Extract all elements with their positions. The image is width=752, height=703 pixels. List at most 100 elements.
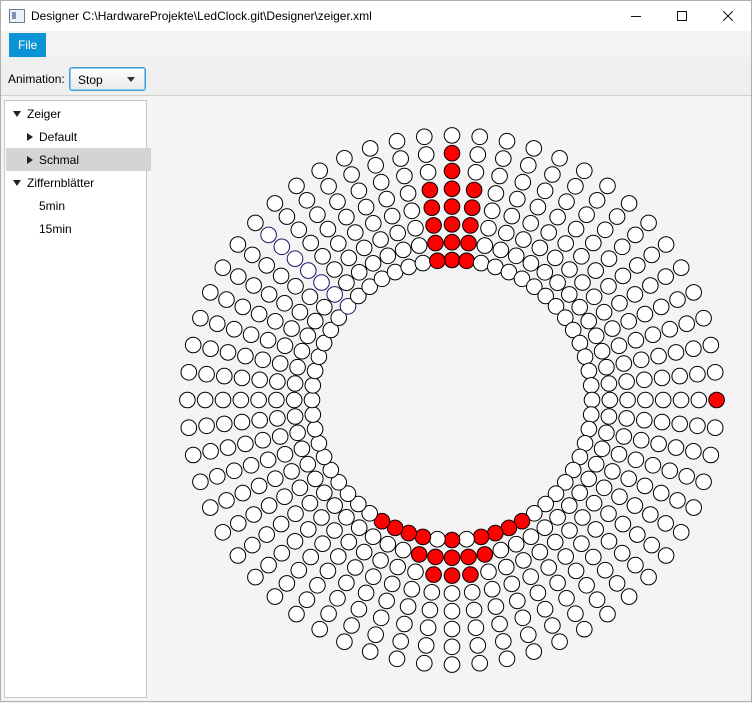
led[interactable] [196, 391, 214, 409]
led[interactable] [643, 536, 661, 554]
led[interactable] [509, 592, 526, 610]
led[interactable] [259, 331, 277, 349]
led[interactable] [620, 195, 638, 212]
led[interactable] [250, 305, 268, 323]
led-lit[interactable] [443, 567, 461, 584]
led[interactable] [367, 626, 384, 644]
led[interactable] [669, 291, 686, 308]
led[interactable] [289, 358, 306, 376]
led[interactable] [608, 208, 626, 225]
led[interactable] [650, 435, 667, 453]
led-lit[interactable] [414, 528, 432, 546]
led[interactable] [671, 367, 689, 385]
led[interactable] [469, 146, 487, 163]
led[interactable] [276, 488, 293, 506]
led[interactable] [529, 198, 547, 216]
led[interactable] [311, 162, 328, 180]
led[interactable] [276, 446, 294, 463]
led[interactable] [615, 355, 633, 372]
led-lit[interactable] [443, 162, 461, 180]
led[interactable] [219, 439, 237, 456]
led[interactable] [585, 548, 602, 566]
led[interactable] [498, 650, 516, 668]
led[interactable] [343, 617, 360, 634]
led[interactable] [600, 250, 618, 267]
led[interactable] [540, 559, 558, 576]
led[interactable] [214, 259, 232, 276]
led[interactable] [383, 575, 401, 593]
led[interactable] [525, 643, 543, 660]
led[interactable] [588, 192, 606, 209]
led[interactable] [313, 274, 330, 291]
led-lit[interactable] [427, 548, 444, 566]
led[interactable] [515, 231, 532, 248]
led[interactable] [302, 548, 319, 566]
led[interactable] [338, 208, 355, 226]
led[interactable] [492, 541, 510, 559]
led[interactable] [329, 193, 346, 210]
led[interactable] [278, 208, 296, 225]
led[interactable] [561, 497, 578, 514]
led[interactable] [578, 577, 595, 594]
led[interactable] [298, 192, 316, 209]
minimize-icon[interactable] [613, 1, 659, 31]
led[interactable] [233, 369, 251, 387]
led[interactable] [267, 470, 284, 488]
led[interactable] [214, 391, 232, 409]
led[interactable] [254, 431, 272, 449]
led[interactable] [319, 562, 337, 580]
led[interactable] [614, 267, 632, 285]
led[interactable] [378, 190, 395, 208]
led[interactable] [414, 254, 432, 272]
led[interactable] [250, 477, 268, 495]
led[interactable] [372, 609, 390, 627]
led[interactable] [291, 303, 309, 321]
led[interactable] [706, 364, 724, 381]
led[interactable] [522, 255, 540, 272]
led[interactable] [571, 484, 589, 502]
led[interactable] [338, 274, 355, 291]
led[interactable] [672, 259, 690, 276]
led[interactable] [480, 563, 497, 581]
led[interactable] [269, 410, 286, 427]
led[interactable] [667, 344, 685, 361]
led[interactable] [593, 342, 611, 360]
led[interactable] [378, 592, 395, 610]
led-lit[interactable] [443, 144, 461, 162]
led-lit[interactable] [443, 198, 461, 215]
led[interactable] [561, 261, 578, 278]
led[interactable] [492, 241, 510, 259]
led-lit[interactable] [460, 234, 477, 252]
led[interactable] [636, 477, 654, 495]
led[interactable] [483, 202, 501, 220]
led[interactable] [465, 601, 483, 619]
led[interactable] [587, 521, 605, 538]
led[interactable] [671, 415, 689, 433]
led[interactable] [287, 278, 304, 295]
led[interactable] [271, 428, 289, 445]
led[interactable] [536, 519, 554, 537]
led[interactable] [316, 484, 333, 502]
led-lit[interactable] [472, 528, 490, 546]
led[interactable] [443, 602, 461, 620]
led-lit[interactable] [443, 180, 461, 198]
led[interactable] [244, 536, 261, 554]
led[interactable] [276, 337, 294, 354]
led[interactable] [567, 605, 584, 623]
led[interactable] [290, 561, 308, 579]
led[interactable] [394, 241, 412, 259]
led[interactable] [311, 620, 328, 638]
led[interactable] [549, 274, 566, 291]
led[interactable] [355, 543, 373, 561]
led[interactable] [364, 528, 382, 546]
led[interactable] [389, 558, 406, 576]
led[interactable] [657, 547, 675, 564]
led[interactable] [394, 541, 412, 559]
led[interactable] [558, 193, 575, 210]
led[interactable] [216, 415, 233, 433]
led[interactable] [419, 619, 437, 637]
led[interactable] [544, 166, 561, 183]
led[interactable] [372, 552, 389, 569]
led[interactable] [400, 258, 418, 276]
led[interactable] [536, 264, 554, 281]
